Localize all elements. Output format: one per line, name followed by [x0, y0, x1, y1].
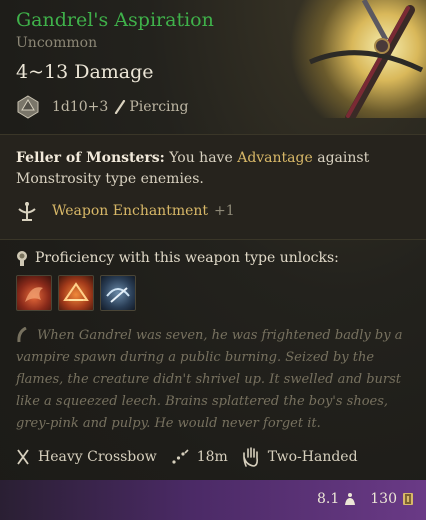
proficiency-heading: Proficiency with this weapon type unlock…: [16, 247, 339, 269]
skill-burning-burst-icon[interactable]: [58, 275, 94, 311]
weight-value-row: 8.1 130: [317, 491, 414, 507]
item-tooltip: Gandrel's Aspiration Uncommon 4~13 Damag…: [0, 0, 426, 520]
weapon-type-property[interactable]: Heavy Crossbow: [16, 449, 157, 465]
weapon-enchantment-row[interactable]: Weapon Enchantment +1: [16, 198, 235, 224]
skill-flame-creature-icon[interactable]: [16, 275, 52, 311]
damage-dice: 1d10+3: [52, 99, 109, 115]
gold-coin-icon: [403, 493, 413, 505]
item-name: Gandrel's Aspiration: [16, 9, 214, 31]
damage-type: Piercing: [114, 99, 189, 115]
tooltip-footer: 8.1 130: [0, 480, 426, 520]
weapon-enchantment-icon: [18, 202, 36, 221]
range-icon: [172, 449, 189, 464]
handedness-label: Two-Handed: [267, 449, 358, 465]
passive-section: Feller of Monsters: You have Advantage a…: [0, 134, 426, 240]
crossbow-item-art: [290, 0, 426, 118]
range-label: 18m: [196, 449, 228, 465]
weight-icon: [345, 493, 356, 505]
skill-arrow-trap-icon[interactable]: [100, 275, 136, 311]
tooltip-header: Gandrel's Aspiration Uncommon 4~13 Damag…: [0, 0, 426, 132]
item-damage: 4~13 Damage: [16, 61, 154, 83]
gold-value: 130: [370, 491, 397, 507]
quill-icon: [17, 327, 27, 343]
proficiency-medal-icon: [17, 251, 27, 266]
weapon-enchantment-bonus: +1: [214, 203, 235, 219]
weight-value: 8.1: [317, 491, 340, 507]
d20-dice-icon: [17, 95, 39, 119]
lore-text: When Gandrel was seven, he was frightene…: [16, 325, 416, 435]
crossed-swords-icon: [17, 449, 29, 465]
handedness-property[interactable]: Two-Handed: [242, 447, 358, 467]
advantage-keyword[interactable]: Advantage: [237, 150, 313, 166]
weapon-enchantment-label: Weapon Enchantment: [52, 203, 209, 219]
item-rarity: Uncommon: [16, 35, 98, 51]
weapon-type-label: Heavy Crossbow: [38, 449, 157, 465]
proficiency-heading-text: Proficiency with this weapon type unlock…: [35, 250, 339, 266]
passive-description: Feller of Monsters: You have Advantage a…: [16, 148, 406, 190]
passive-text-1: You have: [164, 150, 238, 166]
lore-paragraph: When Gandrel was seven, he was frightene…: [16, 328, 403, 431]
piercing-icon: [115, 100, 126, 114]
damage-dice-row: 1d10+3 Piercing: [16, 94, 189, 120]
proficiency-skills: [16, 275, 142, 311]
weapon-properties: Heavy Crossbow 18m Two-Handed: [16, 445, 372, 469]
hand-icon: [242, 447, 258, 467]
range-property[interactable]: 18m: [171, 449, 228, 465]
damage-type-label: Piercing: [129, 99, 189, 115]
passive-name: Feller of Monsters:: [16, 150, 165, 166]
